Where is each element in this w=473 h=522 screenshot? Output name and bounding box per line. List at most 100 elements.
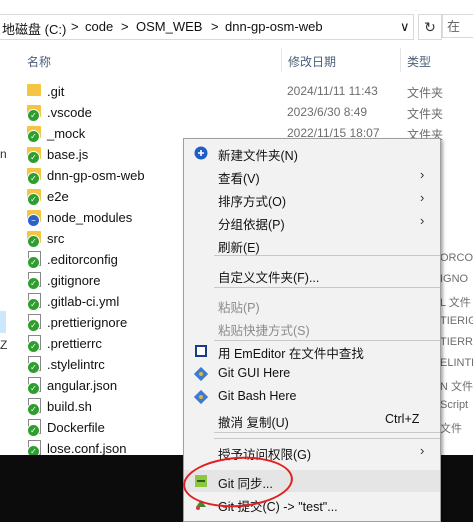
column-type[interactable]: 类型 — [407, 53, 431, 70]
address-dropdown-icon[interactable]: ∨ — [400, 19, 410, 35]
menu-item-label: 排序方式(O) — [218, 195, 287, 209]
menu-item[interactable]: Git GUI Here — [184, 363, 440, 385]
git-clean-badge-icon: ✓ — [27, 256, 40, 269]
git-clean-badge-icon: ✓ — [27, 403, 40, 416]
file-name: build.sh — [47, 399, 92, 414]
file-type-partial: TIERR — [440, 336, 473, 348]
file-type-partial: ORCON — [440, 252, 473, 264]
file-type: 文件夹 — [407, 107, 444, 121]
git-clean-badge-icon: ✓ — [27, 235, 40, 248]
folder-icon — [27, 84, 41, 96]
git-clean-badge-icon: ✓ — [27, 424, 40, 437]
menu-item-shortcut: Ctrl+Z — [385, 412, 420, 426]
menu-item-label: Git GUI Here — [218, 366, 291, 380]
breadcrumb-separator[interactable]: > — [71, 19, 79, 34]
breadcrumb-osm-web[interactable]: OSM_WEB — [136, 19, 202, 34]
file-name: node_modules — [47, 210, 133, 225]
column-divider[interactable] — [281, 48, 282, 72]
chevron-right-icon: › — [420, 167, 425, 182]
menu-item-label: 用 EmEditor 在文件中查找 — [218, 347, 364, 361]
file-name: .stylelintrc — [47, 357, 105, 372]
menu-item-label: 粘贴快捷方式(S) — [218, 324, 310, 338]
menu-item[interactable]: 排序方式(O) › — [184, 188, 440, 210]
file-name: .git — [47, 84, 65, 99]
menu-item-label: Git Bash Here — [218, 389, 297, 403]
breadcrumb-separator[interactable]: > — [121, 19, 129, 34]
file-name: e2e — [47, 189, 69, 204]
file-type-partial: IGNO — [440, 273, 469, 285]
menu-separator — [214, 255, 440, 256]
breadcrumb-code[interactable]: code — [85, 19, 113, 34]
menu-item[interactable]: 刷新(E) — [184, 234, 440, 256]
git-clean-badge-icon: ✓ — [27, 319, 40, 332]
file-name: base.js — [47, 147, 89, 162]
menu-item-label: 刷新(E) — [218, 241, 260, 255]
column-divider[interactable] — [400, 48, 401, 72]
file-type-partial: ELINTR — [440, 357, 473, 369]
menu-separator — [214, 340, 440, 341]
file-name: .gitlab-ci.yml — [47, 294, 120, 309]
file-type-partial: TIERIG — [440, 315, 473, 327]
git-ignored-badge-icon: − — [27, 214, 40, 227]
chevron-right-icon: › — [420, 443, 425, 458]
git-clean-badge-icon: ✓ — [27, 340, 40, 353]
breadcrumb-project[interactable]: dnn-gp-osm-web — [225, 19, 323, 34]
breadcrumb[interactable]: 地磁盘 (C:) > code > OSM_WEB > dnn-gp-osm-w… — [0, 14, 414, 40]
menu-separator — [214, 432, 440, 433]
menu-item-label: 新建文件夹(N) — [218, 149, 298, 163]
search-input[interactable]: 在 — [442, 14, 473, 38]
menu-item[interactable]: 查看(V) › — [184, 165, 440, 187]
menu-separator — [214, 438, 440, 439]
menu-item[interactable]: Git Bash Here — [184, 386, 440, 408]
file-name: Dockerfile — [47, 420, 105, 435]
file-name: .prettierignore — [47, 315, 128, 330]
file-type: 文件夹 — [407, 86, 444, 100]
menu-item[interactable]: 撤消 复制(U) Ctrl+Z — [184, 409, 440, 431]
file-type-partial: 文件 — [440, 423, 462, 435]
file-name: .editorconfig — [47, 252, 118, 267]
git-clean-badge-icon: ✓ — [27, 130, 40, 143]
git-clean-badge-icon: ✓ — [27, 277, 40, 290]
chevron-right-icon: › — [420, 190, 425, 205]
menu-separator — [214, 287, 440, 288]
refresh-icon[interactable]: ↻ — [418, 14, 442, 40]
menu-item[interactable]: 用 EmEditor 在文件中查找 — [184, 340, 440, 362]
file-name: .prettierrc — [47, 336, 102, 351]
file-name: lose.conf.json — [47, 441, 127, 456]
menu-item-label: 撤消 复制(U) — [218, 416, 289, 430]
menu-item[interactable]: 粘贴快捷方式(S) — [184, 317, 440, 339]
git-clean-badge-icon: ✓ — [27, 298, 40, 311]
file-name: _mock — [47, 126, 86, 141]
git-clean-badge-icon: ✓ — [27, 172, 40, 185]
git-clean-badge-icon: ✓ — [27, 109, 40, 122]
breadcrumb-drive[interactable]: 地磁盘 (C:) — [2, 19, 66, 38]
git-clean-badge-icon: ✓ — [27, 361, 40, 374]
menu-item-label: 分组依据(P) — [218, 218, 285, 232]
menu-item[interactable]: 自定义文件夹(F)... — [184, 264, 440, 286]
column-header: 名称 修改日期 类型 — [0, 48, 473, 72]
menu-item[interactable]: 分组依据(P) › — [184, 211, 440, 233]
file-name: dnn-gp-osm-web — [47, 168, 145, 183]
menu-item-label: 粘贴(P) — [218, 301, 260, 315]
git-clean-badge-icon: ✓ — [27, 382, 40, 395]
file-name: src — [47, 231, 65, 246]
address-bar[interactable]: 地磁盘 (C:) > code > OSM_WEB > dnn-gp-osm-w… — [0, 14, 473, 40]
column-name[interactable]: 名称 — [27, 53, 51, 70]
file-name: .gitignore — [47, 273, 101, 288]
file-date: 2024/11/11 11:43 — [287, 84, 378, 98]
git-clean-badge-icon: ✓ — [27, 151, 40, 164]
file-type-partial: L 文件 — [440, 297, 471, 309]
file-row[interactable]: ✓ .vscode 2023/6/30 8:49 文件夹 — [0, 103, 473, 124]
chevron-right-icon: › — [420, 213, 425, 228]
menu-item-label: 查看(V) — [218, 172, 260, 186]
file-row[interactable]: .git 2024/11/11 11:43 文件夹 — [0, 82, 473, 103]
git-clean-badge-icon: ✓ — [27, 193, 40, 206]
menu-item[interactable]: 新建文件夹(N) — [184, 142, 440, 164]
file-name: angular.json — [47, 378, 118, 393]
breadcrumb-separator[interactable]: > — [211, 19, 219, 34]
file-date: 2023/6/30 8:49 — [287, 105, 368, 119]
file-name: .vscode — [47, 105, 92, 120]
column-date[interactable]: 修改日期 — [288, 53, 336, 70]
file-type-partial: Script — [440, 399, 469, 411]
menu-item[interactable]: 粘贴(P) — [184, 294, 440, 316]
